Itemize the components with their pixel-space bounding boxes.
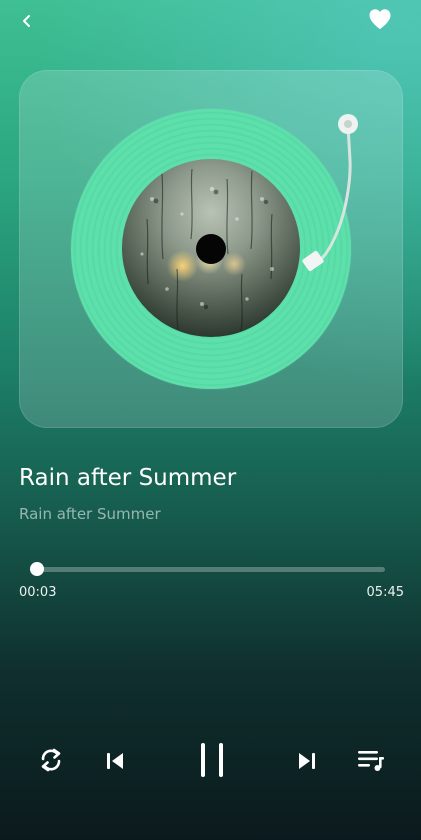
queue-button[interactable] — [356, 745, 386, 775]
playlist-icon — [358, 751, 384, 771]
record-spindle — [196, 234, 226, 264]
pause-button[interactable] — [190, 737, 234, 783]
now-playing-screen: Rain after Summer Rain after Summer 00:0… — [0, 0, 421, 840]
chevron-left-icon — [23, 15, 30, 27]
song-artist: Rain after Summer — [19, 505, 161, 523]
next-button[interactable] — [293, 747, 321, 775]
back-button[interactable] — [14, 8, 40, 34]
skip-previous-icon — [107, 753, 123, 769]
progress-slider[interactable] — [30, 562, 385, 576]
heart-icon — [369, 9, 391, 29]
song-title: Rain after Summer — [19, 465, 237, 491]
favorite-button[interactable] — [365, 6, 395, 32]
repeat-icon — [41, 748, 61, 772]
previous-button[interactable] — [101, 747, 129, 775]
repeat-button[interactable] — [36, 745, 66, 775]
current-time: 00:03 — [19, 585, 57, 600]
total-time: 05:45 — [366, 585, 404, 600]
pause-icon — [201, 743, 223, 777]
skip-next-icon — [299, 753, 315, 769]
tonearm — [302, 114, 358, 272]
progress-thumb[interactable] — [30, 562, 45, 576]
